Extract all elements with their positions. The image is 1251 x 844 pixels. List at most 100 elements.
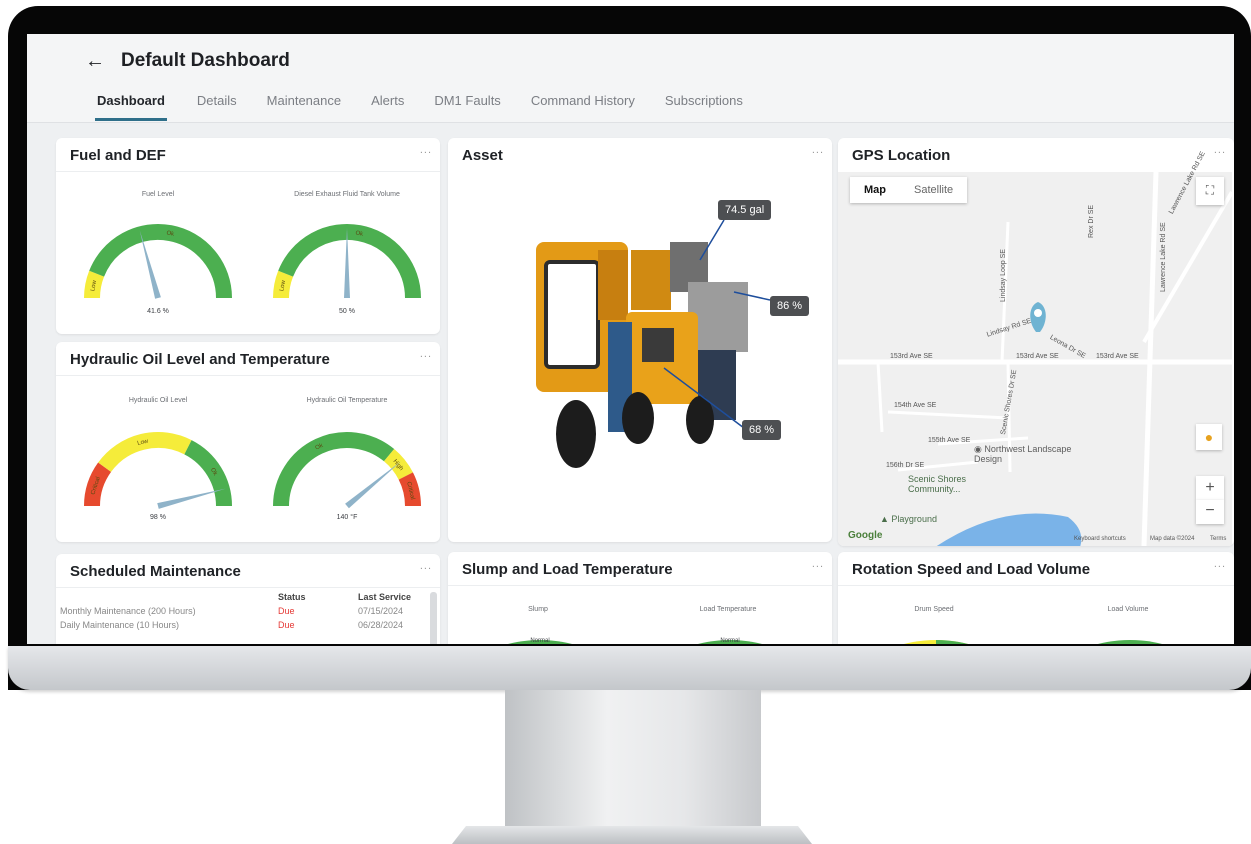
keyboard-shortcuts-link[interactable]: Keyboard shortcuts: [1074, 536, 1126, 542]
tab-dm1-faults[interactable]: DM1 Faults: [434, 90, 500, 121]
zone-label: Normal: [720, 638, 740, 644]
gauge-label: Slump: [528, 606, 548, 613]
tab-maintenance[interactable]: Maintenance: [267, 90, 341, 121]
card-menu-icon[interactable]: ...: [420, 144, 432, 156]
tab-subscriptions[interactable]: Subscriptions: [665, 90, 743, 121]
fuel-def-card: Fuel and DEF ... Fuel Level Diesel Exhau…: [56, 138, 440, 334]
tab-details[interactable]: Details: [197, 90, 237, 121]
satellite-button[interactable]: Satellite: [900, 177, 967, 203]
street-label: Lawrence Lake Rd SE: [1160, 222, 1167, 292]
gauge-arcs: CriticalLowOk: [84, 432, 232, 509]
card-menu-icon[interactable]: ...: [420, 348, 432, 360]
terms-link[interactable]: Terms: [1210, 536, 1226, 542]
gauge-arcs: LowOk: [273, 224, 421, 299]
tab-command-history[interactable]: Command History: [531, 90, 635, 121]
card-title: Asset: [462, 147, 503, 164]
gauge-arcs: OkHighCritical: [273, 432, 421, 509]
card-menu-icon[interactable]: ...: [420, 560, 432, 572]
monitor-base: [452, 826, 812, 844]
card-menu-icon[interactable]: ...: [812, 558, 824, 570]
fuel-callout: 74.5 gal: [718, 200, 772, 220]
tab-bar: Dashboard Details Maintenance Alerts DM1…: [95, 90, 773, 121]
gauge-needle: [139, 230, 161, 299]
card-menu-icon[interactable]: ...: [1214, 144, 1226, 156]
hydraulic-callout: 68 %: [742, 420, 782, 440]
monitor-chin: [8, 646, 1251, 690]
street-label: 153rd Ave SE: [1096, 353, 1139, 360]
asset-image: [536, 219, 771, 468]
lake: [936, 513, 1082, 546]
map-button[interactable]: Map: [850, 177, 900, 203]
zoom-out-button[interactable]: −: [1196, 500, 1224, 524]
table-row[interactable]: Monthly Maintenance (200 Hours) Due 07/1…: [60, 606, 420, 620]
column-header: Status: [278, 592, 306, 602]
google-logo: Google: [848, 530, 883, 541]
task-name: Monthly Maintenance (200 Hours): [60, 606, 196, 616]
place-name: Playground: [891, 514, 937, 524]
divider: [56, 375, 440, 376]
maintenance-table: Status Last Service Monthly Maintenance …: [60, 592, 420, 634]
page-title: Default Dashboard: [121, 50, 290, 71]
zone-label: Normal: [530, 638, 550, 644]
card-menu-icon[interactable]: ...: [1214, 558, 1226, 570]
place-name: Scenic Shores Community...: [908, 474, 967, 494]
rotation-gauges: [903, 640, 1163, 644]
map-pin-icon: ◉: [974, 444, 985, 454]
gauge-label: Hydraulic Oil Level: [128, 397, 188, 404]
cab-side: [598, 250, 628, 320]
pegman-icon[interactable]: ●: [1196, 424, 1222, 450]
divider: [448, 585, 832, 586]
street-label: Lindsay Loop SE: [1000, 249, 1007, 302]
zoom-in-button[interactable]: +: [1196, 476, 1224, 500]
divider: [838, 585, 1234, 586]
gauge-zone-ok: [273, 432, 395, 507]
place-label: ◉ Northwest Landscape Design: [974, 444, 1084, 464]
slump-gauges: [507, 640, 763, 644]
column-header: Last Service: [358, 592, 412, 602]
fuel-level-gauge: LowOk: [84, 224, 232, 299]
monitor-stand: [505, 690, 761, 830]
gauge-label: Hydraulic Oil Temperature: [306, 397, 388, 404]
maintenance-card: Scheduled Maintenance ... Status Last Se…: [56, 554, 440, 644]
cab-window: [544, 260, 600, 369]
hydraulic-temp-gauge: OkHighCritical: [273, 432, 421, 509]
def-volume-gauge: LowOk: [273, 224, 421, 299]
street-label: 153rd Ave SE: [1016, 353, 1059, 360]
hydraulic-card: Hydraulic Oil Level and Temperature ... …: [56, 342, 440, 542]
arrow-left-icon[interactable]: ←: [85, 50, 105, 73]
tab-dashboard[interactable]: Dashboard: [95, 90, 167, 121]
task-name: Daily Maintenance (10 Hours): [60, 620, 180, 630]
tree-icon: ▲: [880, 514, 892, 524]
hydraulic-level-gauge: CriticalLowOk: [84, 432, 232, 509]
tab-alerts[interactable]: Alerts: [371, 90, 404, 121]
map-data-label: Map data ©2024: [1150, 536, 1195, 542]
card-title: Hydraulic Oil Level and Temperature: [70, 351, 330, 368]
gauge-label: Load Volume: [1107, 606, 1149, 613]
gauge-label: Drum Speed: [914, 606, 954, 613]
divider: [56, 171, 440, 172]
gauge-value: 98 %: [150, 514, 166, 521]
wheel: [622, 392, 654, 444]
fullscreen-icon[interactable]: ⛶: [1196, 177, 1224, 205]
card-menu-icon[interactable]: ...: [812, 144, 824, 156]
gauge-label: Diesel Exhaust Fluid Tank Volume: [294, 191, 400, 198]
card-title: Scheduled Maintenance: [70, 563, 241, 580]
gps-card: GPS Location ... Map Satellite ⛶ ● + − 1…: [838, 138, 1234, 546]
gauge-zone-ok: [89, 224, 232, 299]
gauge-arcs: LowOk: [84, 224, 232, 299]
card-title: GPS Location: [852, 147, 951, 164]
place-label: ▲ Playground: [880, 514, 937, 524]
gauge-value: 41.6 %: [147, 308, 169, 315]
gauge-label: Fuel Level: [141, 191, 175, 198]
map-view[interactable]: Map Satellite ⛶ ● + − 153rd Ave SE 153rd…: [838, 150, 1232, 546]
table-row[interactable]: Daily Maintenance (10 Hours) Due 06/28/2…: [60, 620, 420, 634]
front-grille: [642, 328, 674, 362]
def-callout: 86 %: [770, 296, 810, 316]
status-cell: Due: [278, 606, 295, 616]
date-cell: 06/28/2024: [358, 620, 404, 630]
page-header: ← Default Dashboard Dashboard Details Ma…: [27, 34, 1234, 123]
gauge-needle: [157, 488, 226, 509]
place-label: Scenic Shores Community...: [908, 474, 988, 494]
scrollbar[interactable]: [430, 592, 437, 644]
wheel: [556, 400, 596, 468]
